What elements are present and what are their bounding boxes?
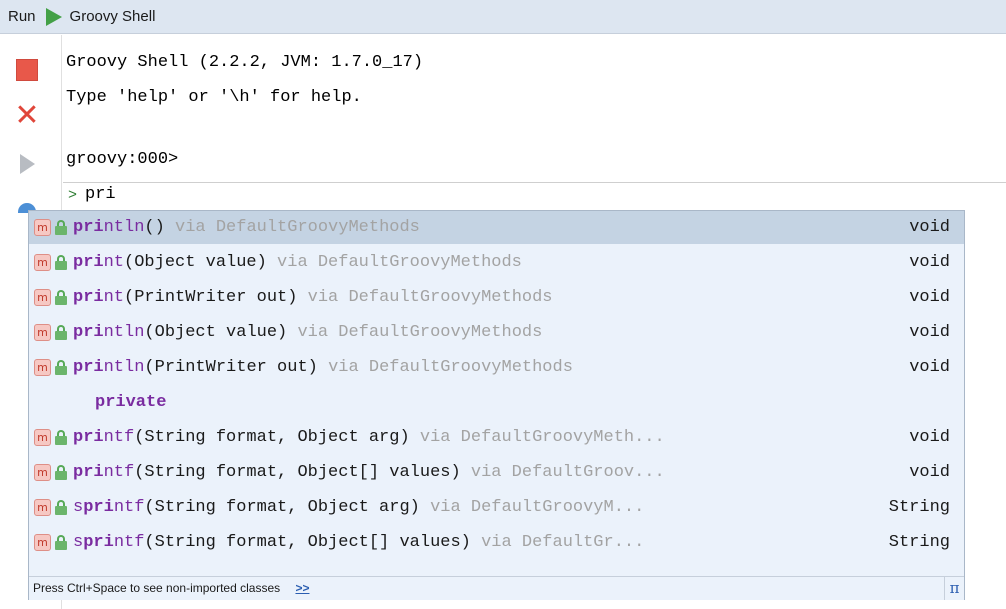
via-text: via DefaultGroov... xyxy=(470,463,665,482)
play-icon xyxy=(45,7,62,26)
close-icon: ✕ xyxy=(14,98,40,133)
method-name-prefix: s xyxy=(73,498,84,517)
completion-item-keyword[interactable]: private xyxy=(29,386,964,419)
method-name-rest: ntf xyxy=(103,463,135,482)
completion-item[interactable]: m printf(String format, Object arg) via … xyxy=(29,421,964,454)
method-icon: m xyxy=(34,534,51,551)
method-name-rest: ntf xyxy=(113,533,145,552)
method-icon: m xyxy=(34,464,51,481)
via-text: via DefaultGroovyMethods xyxy=(328,358,573,377)
pi-icon[interactable]: π xyxy=(944,577,964,600)
completion-item[interactable]: m println(Object value) via DefaultGroov… xyxy=(29,316,964,349)
completion-item[interactable]: m println(PrintWriter out) via DefaultGr… xyxy=(29,351,964,384)
method-icon: m xyxy=(34,289,51,306)
tool-title: Groovy Shell xyxy=(69,8,156,25)
run-label: Run xyxy=(8,8,36,25)
public-access-icon xyxy=(55,430,67,445)
keyword-private: private xyxy=(95,393,167,412)
via-text: via DefaultGroovyM... xyxy=(430,498,645,517)
completion-item[interactable]: m printf(String format, Object[] values)… xyxy=(29,456,964,489)
via-text: via DefaultGr... xyxy=(481,533,645,552)
via-text: via DefaultGroovyMethods xyxy=(277,253,522,272)
method-params: () xyxy=(144,218,165,237)
match-text: pri xyxy=(73,323,104,342)
completion-item[interactable]: m print(Object value) via DefaultGroovyM… xyxy=(29,246,964,279)
method-params: (PrintWriter out) xyxy=(144,358,318,377)
return-type: void xyxy=(909,358,950,377)
method-params: (String format, Object arg) xyxy=(134,428,410,447)
method-name-rest: ntln xyxy=(103,218,145,237)
method-name-rest: nt xyxy=(103,253,125,272)
return-type: void xyxy=(909,218,950,237)
public-access-icon xyxy=(55,290,67,305)
console-line: Groovy Shell (2.2.2, JVM: 1.7.0_17) xyxy=(66,53,424,72)
public-access-icon xyxy=(55,255,67,270)
match-text: pri xyxy=(73,288,104,307)
public-access-icon xyxy=(55,500,67,515)
footer-hint: Press Ctrl+Space to see non-imported cla… xyxy=(33,581,281,595)
match-text: pri xyxy=(73,253,104,272)
method-params: (String format, Object[] values) xyxy=(134,463,461,482)
return-type: void xyxy=(909,288,950,307)
method-name-rest: ntln xyxy=(103,358,145,377)
public-access-icon xyxy=(55,220,67,235)
public-access-icon xyxy=(55,465,67,480)
method-params: (Object value) xyxy=(124,253,267,272)
method-icon: m xyxy=(34,324,51,341)
method-name-rest: nt xyxy=(103,288,125,307)
return-type: void xyxy=(909,463,950,482)
method-icon: m xyxy=(34,429,51,446)
run-tool-window-header: Run Groovy Shell xyxy=(0,0,1006,34)
match-text: pri xyxy=(73,428,104,447)
method-params: (String format, Object arg) xyxy=(144,498,420,517)
match-text: pri xyxy=(83,533,114,552)
via-text: via DefaultGroovyMethods xyxy=(297,323,543,342)
via-text: via DefaultGroovyMethods xyxy=(175,218,420,237)
match-text: pri xyxy=(73,463,104,482)
public-access-icon xyxy=(55,325,67,340)
rerun-icon xyxy=(19,154,35,174)
console-line: Type 'help' or '\h' for help. xyxy=(66,88,362,107)
via-text: via DefaultGroovyMeth... xyxy=(419,428,665,447)
method-icon: m xyxy=(34,499,51,516)
return-type: void xyxy=(909,323,950,342)
completion-item[interactable]: m print(PrintWriter out) via DefaultGroo… xyxy=(29,281,964,314)
return-type: void xyxy=(909,428,950,447)
show-more-link[interactable]: >> xyxy=(295,581,309,595)
completion-popup[interactable]: m println() via DefaultGroovyMethods voi… xyxy=(28,210,965,600)
return-type: String xyxy=(888,533,950,552)
stop-icon xyxy=(16,59,38,81)
method-icon: m xyxy=(34,359,51,376)
via-text: via DefaultGroovyMethods xyxy=(307,288,553,307)
rerun-button[interactable] xyxy=(14,151,40,177)
method-params: (PrintWriter out) xyxy=(124,288,298,307)
match-text: pri xyxy=(83,498,114,517)
method-name-rest: ntln xyxy=(103,323,145,342)
stop-button[interactable] xyxy=(14,57,40,83)
completion-item[interactable]: m println() via DefaultGroovyMethods voi… xyxy=(29,211,964,244)
public-access-icon xyxy=(55,360,67,375)
console-input[interactable]: > pri xyxy=(63,182,1006,208)
completion-item[interactable]: m sprintf(String format, Object arg) via… xyxy=(29,491,964,524)
method-name-prefix: s xyxy=(73,533,84,552)
close-button[interactable]: ✕ xyxy=(14,98,40,133)
method-name-rest: ntf xyxy=(113,498,145,517)
match-text: pri xyxy=(73,218,104,237)
method-icon: m xyxy=(34,254,51,271)
method-params: (Object value) xyxy=(144,323,288,342)
return-type: String xyxy=(888,498,950,517)
method-name-rest: ntf xyxy=(103,428,135,447)
input-prompt-arrow: > xyxy=(68,187,78,204)
return-type: void xyxy=(909,253,950,272)
match-text: pri xyxy=(73,358,104,377)
completion-footer: Press Ctrl+Space to see non-imported cla… xyxy=(29,576,964,600)
groovy-prompt: groovy:000> xyxy=(66,150,179,169)
public-access-icon xyxy=(55,535,67,550)
method-params: (String format, Object[] values) xyxy=(144,533,471,552)
input-text[interactable]: pri xyxy=(85,183,116,207)
method-icon: m xyxy=(34,219,51,236)
completion-item[interactable]: m sprintf(String format, Object[] values… xyxy=(29,526,964,559)
